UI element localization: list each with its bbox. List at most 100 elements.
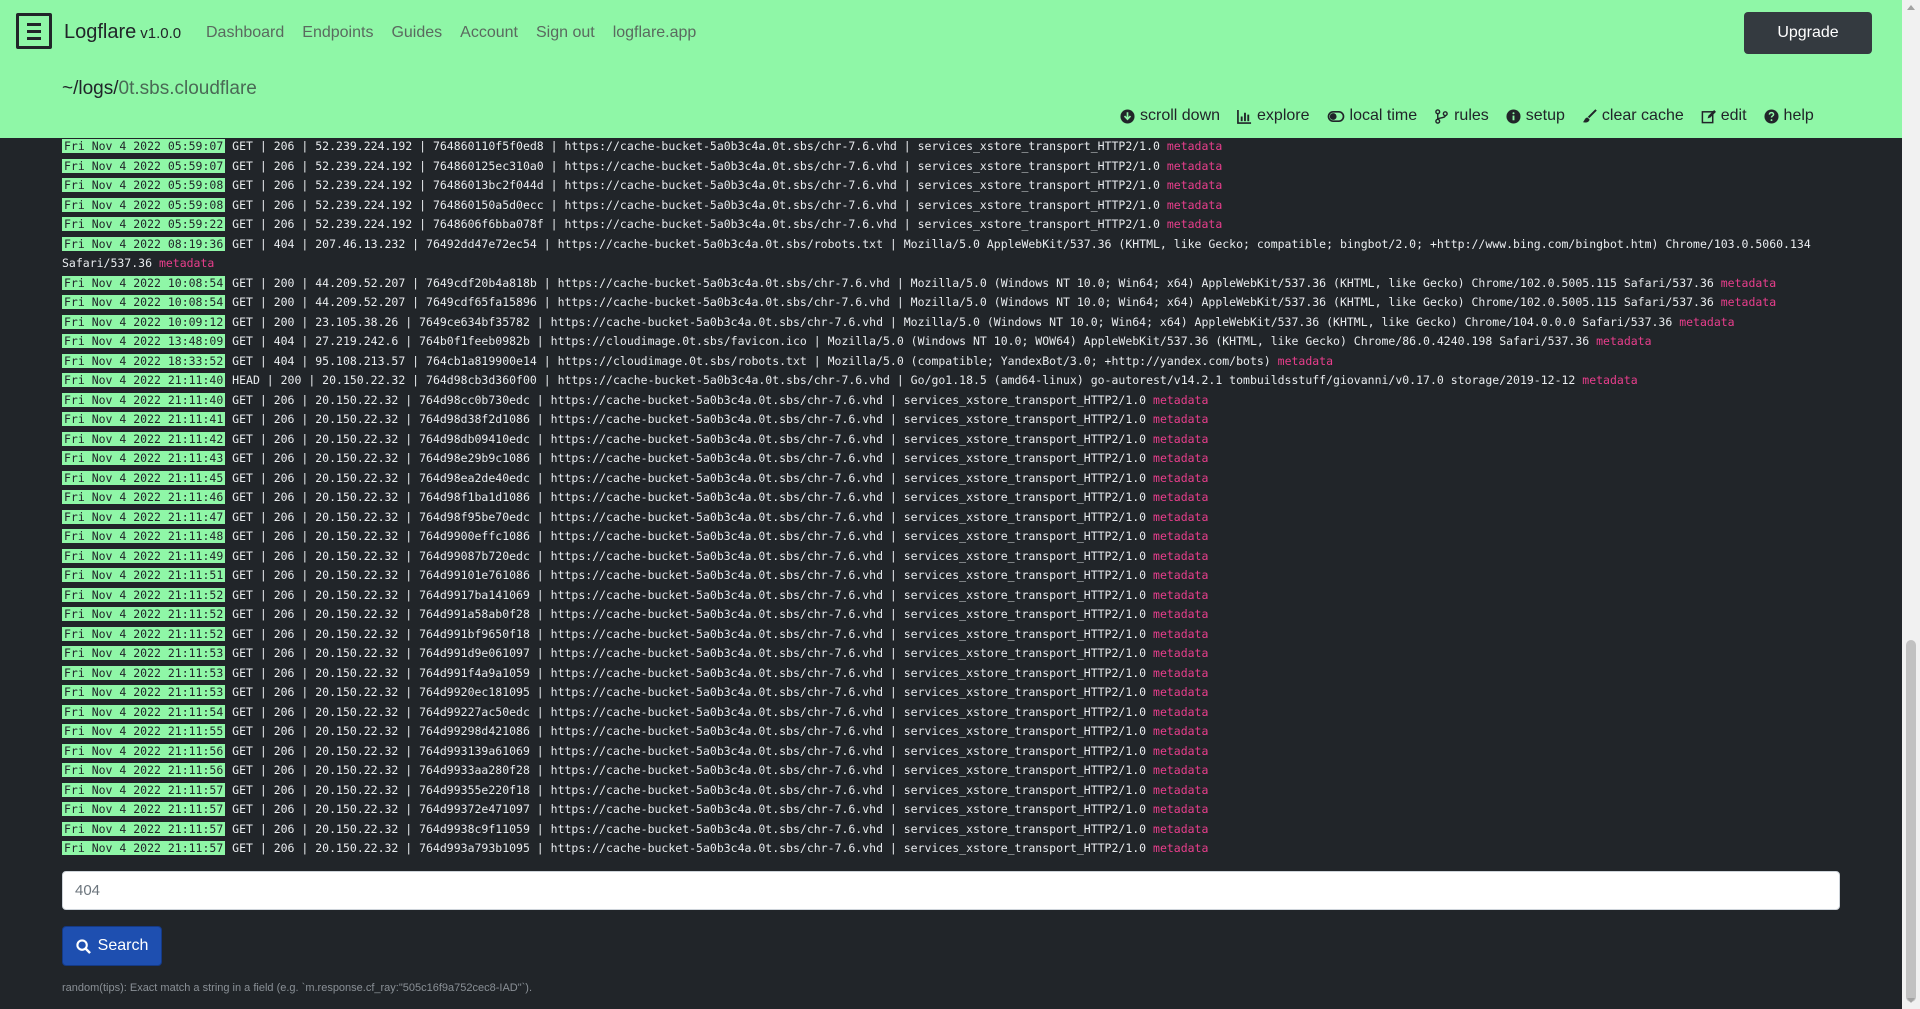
metadata-link[interactable]: metadata — [1153, 432, 1208, 446]
upgrade-button[interactable]: Upgrade — [1744, 12, 1872, 54]
log-message: GET | 206 | 20.150.22.32 | 764d98db09410… — [225, 431, 1154, 446]
clear-cache-action[interactable]: clear cache — [1582, 107, 1684, 125]
metadata-link[interactable]: metadata — [1153, 763, 1208, 777]
nav-link-logflare-app[interactable]: logflare.app — [613, 24, 697, 42]
metadata-link[interactable]: metadata — [1167, 159, 1222, 173]
log-timestamp: Fri Nov 4 2022 21:11:57 — [62, 841, 226, 855]
log-entry: Fri Nov 4 2022 21:11:53 GET | 206 | 20.1… — [62, 683, 1842, 703]
log-timestamp: Fri Nov 4 2022 10:08:54 — [62, 295, 226, 309]
metadata-link[interactable]: metadata — [1721, 276, 1776, 290]
brand[interactable]: Logflare v1.0.0 — [64, 21, 181, 44]
search-input[interactable] — [62, 871, 1840, 910]
log-message: GET | 200 | 44.209.52.207 | 7649cdf65fa1… — [225, 295, 1721, 309]
local-time-action[interactable]: local time — [1327, 107, 1417, 125]
setup-action[interactable]: setup — [1506, 107, 1565, 125]
metadata-link[interactable]: metadata — [1153, 627, 1208, 641]
edit-action[interactable]: edit — [1701, 107, 1747, 125]
metadata-link[interactable]: metadata — [1153, 451, 1208, 465]
log-timestamp: Fri Nov 4 2022 21:11:41 — [62, 412, 226, 426]
scroll-down-action[interactable]: scroll down — [1120, 107, 1220, 125]
log-entry: Fri Nov 4 2022 21:11:42 GET | 206 | 20.1… — [62, 430, 1842, 450]
brand-name: Logflare — [64, 21, 137, 43]
metadata-link[interactable]: metadata — [159, 256, 214, 270]
log-timestamp: Fri Nov 4 2022 21:11:53 — [62, 685, 226, 699]
edit-icon — [1701, 109, 1716, 123]
log-entry: Fri Nov 4 2022 21:11:45 GET | 206 | 20.1… — [62, 469, 1842, 489]
metadata-link[interactable]: metadata — [1153, 529, 1208, 543]
explore-action[interactable]: explore — [1237, 107, 1310, 125]
help-action[interactable]: help — [1764, 107, 1814, 125]
log-timestamp: Fri Nov 4 2022 21:11:48 — [62, 529, 226, 543]
log-entry: Fri Nov 4 2022 21:11:41 GET | 206 | 20.1… — [62, 410, 1842, 430]
page-scrollbar[interactable] — [1902, 0, 1920, 1009]
metadata-link[interactable]: metadata — [1153, 607, 1208, 621]
log-timestamp: Fri Nov 4 2022 18:33:52 — [62, 353, 226, 368]
metadata-link[interactable]: metadata — [1153, 744, 1208, 758]
log-timestamp: Fri Nov 4 2022 21:11:49 — [62, 548, 226, 563]
edit-label: edit — [1720, 107, 1747, 124]
metadata-link[interactable]: metadata — [1278, 354, 1333, 368]
metadata-link[interactable]: metadata — [1596, 334, 1651, 348]
nav-link-dashboard[interactable]: Dashboard — [206, 24, 284, 42]
log-message: GET | 206 | 20.150.22.32 | 764d99298d421… — [225, 724, 1154, 738]
log-timestamp: Fri Nov 4 2022 21:11:52 — [62, 587, 226, 602]
metadata-link[interactable]: metadata — [1153, 685, 1208, 699]
brush-icon — [1582, 108, 1597, 122]
log-timestamp: Fri Nov 4 2022 05:59:22 — [62, 217, 226, 231]
metadata-link[interactable]: metadata — [1153, 666, 1208, 680]
metadata-link[interactable]: metadata — [1153, 490, 1208, 504]
rules-action[interactable]: rules — [1434, 107, 1489, 125]
log-message: GET | 206 | 20.150.22.32 | 764d993139a61… — [225, 743, 1154, 758]
metadata-link[interactable]: metadata — [1721, 295, 1776, 309]
metadata-link[interactable]: metadata — [1153, 510, 1208, 524]
scrollbar-thumb[interactable] — [1906, 640, 1916, 1002]
help-label: help — [1783, 107, 1814, 124]
metadata-link[interactable]: metadata — [1153, 705, 1208, 719]
metadata-link[interactable]: metadata — [1153, 412, 1208, 426]
metadata-link[interactable]: metadata — [1153, 841, 1208, 855]
metadata-link[interactable]: metadata — [1167, 198, 1222, 212]
log-entry: Fri Nov 4 2022 05:59:07 GET | 206 | 52.2… — [62, 157, 1842, 177]
search-button-label: Search — [97, 937, 149, 954]
logflare-logo-icon[interactable] — [16, 13, 52, 49]
metadata-link[interactable]: metadata — [1582, 373, 1637, 387]
metadata-link[interactable]: metadata — [1167, 139, 1222, 153]
log-entry: Fri Nov 4 2022 21:11:56 GET | 206 | 20.1… — [62, 761, 1842, 781]
metadata-link[interactable]: metadata — [1167, 178, 1222, 192]
source-name[interactable]: 0t.sbs.cloudflare — [119, 78, 257, 99]
log-timestamp: Fri Nov 4 2022 21:11:45 — [62, 470, 226, 485]
log-message: GET | 206 | 20.150.22.32 | 764d99101e761… — [225, 568, 1154, 582]
metadata-link[interactable]: metadata — [1153, 568, 1208, 582]
metadata-link[interactable]: metadata — [1679, 315, 1734, 329]
log-entry: Fri Nov 4 2022 21:11:55 GET | 206 | 20.1… — [62, 722, 1842, 742]
nav-link-endpoints[interactable]: Endpoints — [302, 24, 373, 42]
scroll-up-arrow-icon[interactable] — [1907, 5, 1915, 10]
scroll-down-arrow-icon[interactable] — [1907, 998, 1915, 1003]
nav-link-sign-out[interactable]: Sign out — [536, 24, 595, 42]
metadata-link[interactable]: metadata — [1167, 217, 1222, 231]
log-message: GET | 206 | 20.150.22.32 | 764d991f4a9a1… — [225, 665, 1154, 680]
clear-cache-label: clear cache — [1601, 107, 1684, 124]
log-entry: Fri Nov 4 2022 21:11:54 GET | 206 | 20.1… — [62, 703, 1842, 723]
log-message: GET | 206 | 20.150.22.32 | 764d993a793b1… — [225, 841, 1154, 855]
metadata-link[interactable]: metadata — [1153, 471, 1208, 485]
scroll-down-label: scroll down — [1140, 107, 1221, 124]
log-entry: Fri Nov 4 2022 21:11:56 GET | 206 | 20.1… — [62, 742, 1842, 762]
log-entry: Fri Nov 4 2022 21:11:40 HEAD | 200 | 20.… — [62, 371, 1842, 391]
log-message: GET | 206 | 20.150.22.32 | 764d9938c9f11… — [225, 821, 1154, 836]
log-message: GET | 206 | 20.150.22.32 | 764d98f95be70… — [225, 509, 1154, 524]
metadata-link[interactable]: metadata — [1153, 802, 1208, 816]
nav-link-guides[interactable]: Guides — [391, 24, 442, 42]
log-message: GET | 206 | 52.239.224.192 | 764860110f5… — [225, 139, 1167, 153]
log-timestamp: Fri Nov 4 2022 05:59:07 — [62, 158, 226, 173]
nav-link-account[interactable]: Account — [460, 24, 518, 42]
metadata-link[interactable]: metadata — [1153, 783, 1208, 797]
metadata-link[interactable]: metadata — [1153, 588, 1208, 602]
metadata-link[interactable]: metadata — [1153, 822, 1208, 836]
metadata-link[interactable]: metadata — [1153, 724, 1208, 738]
metadata-link[interactable]: metadata — [1153, 393, 1208, 407]
metadata-link[interactable]: metadata — [1153, 646, 1208, 660]
metadata-link[interactable]: metadata — [1153, 549, 1208, 563]
search-button[interactable]: Search — [62, 926, 162, 966]
log-message: GET | 200 | 44.209.52.207 | 7649cdf20b4a… — [225, 275, 1721, 290]
